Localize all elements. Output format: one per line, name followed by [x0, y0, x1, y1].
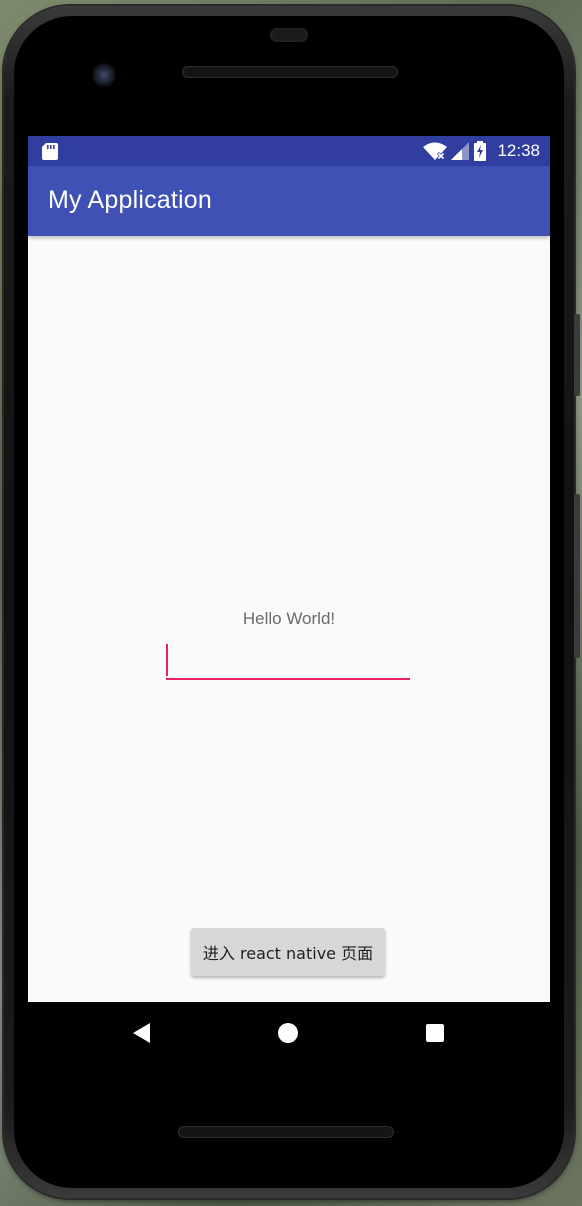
text-cursor	[166, 644, 168, 676]
greeting-text: Hello World!	[242, 609, 336, 628]
volume-button	[574, 494, 580, 658]
navigation-bar	[28, 1002, 550, 1062]
back-icon	[133, 1023, 150, 1043]
text-input[interactable]	[166, 642, 410, 680]
recents-button[interactable]	[422, 1020, 448, 1046]
home-button[interactable]	[275, 1020, 301, 1046]
battery-charging-icon	[474, 141, 487, 161]
app-bar: My Application	[28, 166, 550, 236]
front-camera-icon	[92, 63, 116, 87]
back-button[interactable]	[128, 1020, 154, 1046]
top-earpiece	[270, 28, 308, 42]
status-time: 12:38	[497, 141, 540, 160]
status-bar: 12:38	[28, 136, 550, 166]
power-button	[574, 314, 580, 396]
top-speaker-grille	[182, 66, 398, 78]
home-icon	[278, 1023, 298, 1043]
bottom-speaker-grille	[178, 1126, 394, 1138]
signal-icon	[451, 142, 470, 160]
app-title: My Application	[48, 186, 212, 214]
status-icons: 12:38	[423, 136, 540, 166]
wifi-icon	[423, 142, 448, 160]
recents-icon	[426, 1024, 444, 1042]
screen: 12:38 My Application Hello World! 进入 rea…	[28, 136, 550, 1002]
sd-card-icon	[42, 143, 58, 160]
open-react-native-button[interactable]: 进入 react native 页面	[191, 928, 385, 976]
